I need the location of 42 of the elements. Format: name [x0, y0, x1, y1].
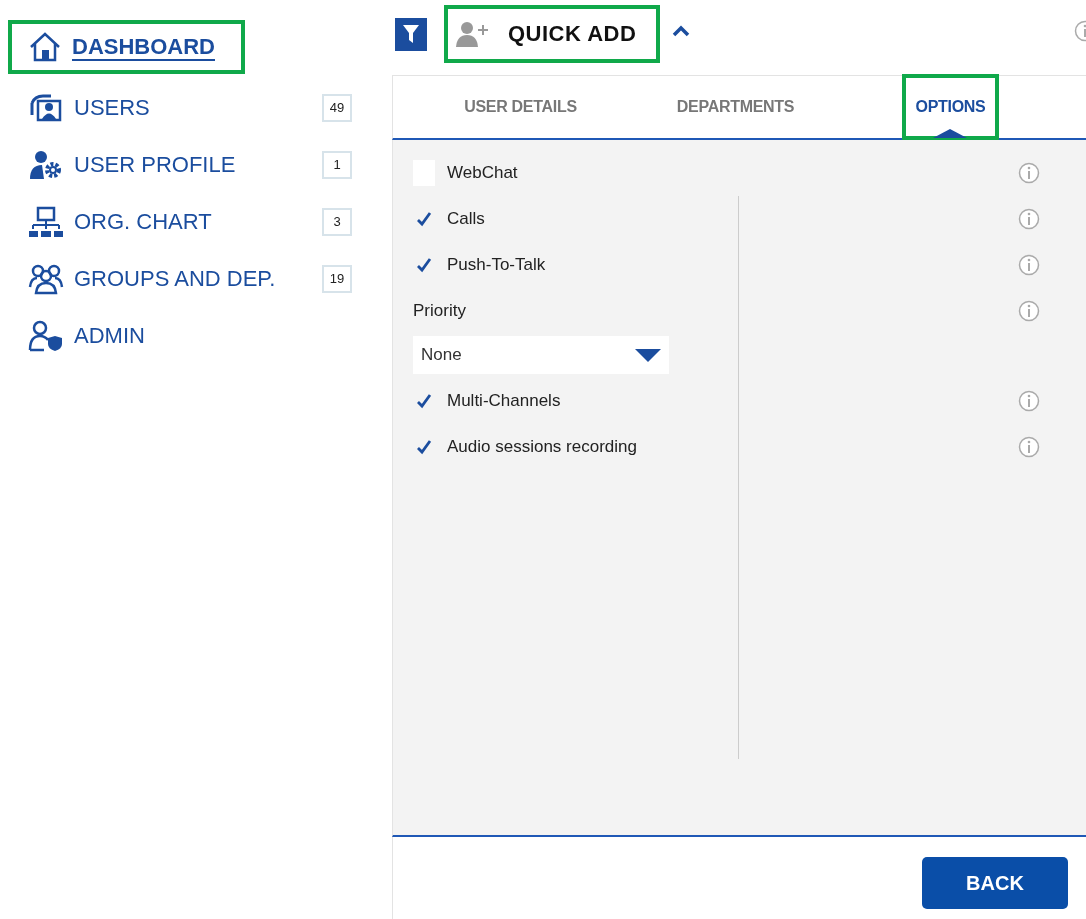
checkmark-icon: [416, 257, 432, 273]
dropdown-caret-icon: [635, 348, 661, 362]
user-cards-icon: [29, 92, 63, 123]
option-label: Calls: [447, 209, 485, 229]
panel-title: QUICK ADD: [508, 21, 637, 47]
sidebar-item[interactable]: GROUPS AND DEP.: [74, 265, 312, 292]
count-badge: 3: [322, 207, 352, 236]
info-icon[interactable]: [1018, 390, 1040, 412]
user-gear-icon: [28, 148, 64, 181]
group-icon: [28, 262, 64, 295]
sidebar-item[interactable]: USERS: [74, 94, 312, 121]
info-icon[interactable]: [1018, 208, 1040, 230]
count-badge: 49: [322, 93, 352, 122]
filter-button[interactable]: [395, 17, 427, 51]
checkmark-icon: [416, 211, 432, 227]
info-icon[interactable]: [1018, 436, 1040, 458]
sidebar-item[interactable]: DASHBOARD: [72, 34, 215, 60]
info-icon[interactable]: [1018, 254, 1040, 276]
tab[interactable]: USER DETAILS: [452, 76, 589, 138]
home-icon: [28, 31, 62, 63]
count-badge: 19: [322, 264, 352, 293]
add-user-icon: [456, 21, 490, 47]
info-icon[interactable]: [1018, 162, 1040, 184]
info-icon[interactable]: [1018, 300, 1040, 322]
option-label: Multi-Channels: [447, 391, 561, 411]
tab[interactable]: OPTIONS: [903, 76, 998, 138]
org-chart-icon: [28, 205, 64, 238]
user-shield-icon: [28, 319, 64, 352]
filter-icon: [403, 25, 419, 43]
checkmark-icon: [416, 439, 432, 455]
sidebar-item[interactable]: USER PROFILE: [74, 151, 312, 178]
checkmark-icon: [416, 393, 432, 409]
sidebar-item[interactable]: ORG. CHART: [74, 208, 312, 235]
tab[interactable]: DEPARTMENTS: [664, 76, 807, 138]
field-label: Priority: [413, 301, 466, 321]
option-label: Audio sessions recording: [447, 437, 637, 457]
option-label: Push-To-Talk: [447, 255, 546, 275]
priority-dropdown[interactable]: None: [413, 336, 669, 374]
back-button[interactable]: BACK: [922, 857, 1068, 909]
option-label: WebChat: [447, 163, 518, 183]
count-badge: 1: [322, 150, 352, 179]
sidebar-item[interactable]: ADMIN: [74, 322, 352, 349]
